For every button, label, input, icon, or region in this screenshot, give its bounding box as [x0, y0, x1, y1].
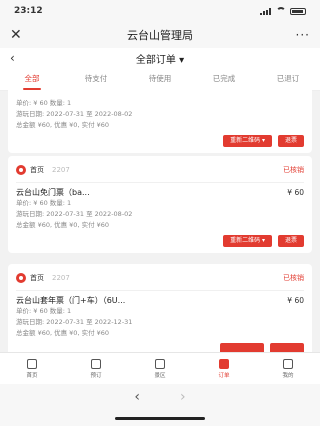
app-header: ✕ 云台山管理局 ···	[0, 22, 320, 48]
qrcode-button[interactable]	[220, 343, 264, 352]
tab-all[interactable]: 全部	[0, 68, 64, 90]
ticket-name: 云台山免门票（ba...	[16, 188, 90, 197]
nav-label: 首页	[26, 373, 38, 379]
nav-booking[interactable]: 预订	[64, 353, 128, 385]
nav-label: 景区	[154, 373, 166, 379]
qrcode-button[interactable]: 重新二维码 ▾	[223, 235, 272, 247]
order-card: 单价: ¥ 60 数量: 1 游玩日期: 2022-07-31 至 2022-0…	[8, 90, 312, 153]
refund-button[interactable]	[270, 343, 304, 352]
browser-toolbar: ‹ ›	[0, 384, 320, 410]
status-bar: 23:12	[0, 0, 320, 22]
divider	[16, 182, 304, 183]
status-icons	[260, 7, 306, 15]
nav-label: 订单	[218, 373, 230, 379]
nav-label: 我的	[282, 373, 294, 379]
visit-dates: 游玩日期: 2022-07-31 至 2022-08-02	[16, 210, 133, 218]
order-icon	[219, 359, 229, 369]
order-total: 总金额 ¥60, 优惠 ¥0, 实付 ¥60	[16, 329, 110, 337]
refund-button[interactable]: 退票	[277, 235, 304, 247]
order-number: 2207	[52, 166, 70, 174]
signal-icon	[260, 7, 272, 15]
nav-orders[interactable]: 订单	[192, 353, 256, 385]
order-tabs: 全部 待支付 待使用 已完成 已退订	[0, 68, 320, 91]
order-status: 已核销	[283, 166, 304, 174]
order-total: 总金额 ¥60, 优惠 ¥0, 实付 ¥60	[16, 221, 110, 229]
store-logo-icon	[16, 273, 26, 283]
tab-unpaid[interactable]: 待支付	[64, 68, 128, 90]
unit-quantity: 单价: ¥ 60 数量: 1	[16, 307, 72, 315]
more-button[interactable]: ···	[290, 28, 310, 42]
nav-scenic[interactable]: 景区	[128, 353, 192, 385]
order-item-row: 云台山套年票（门+车）（6U... ¥ 60	[16, 295, 304, 306]
order-filter-title: 全部订单 ▾	[0, 51, 320, 66]
sub-header: ‹ 全部订单 ▾	[0, 48, 320, 68]
store-name: 首页	[30, 274, 44, 282]
scenic-icon	[155, 359, 165, 369]
tab-unused[interactable]: 待使用	[128, 68, 192, 90]
booking-icon	[91, 359, 101, 369]
order-item-row	[16, 90, 304, 98]
store-logo-icon	[16, 165, 26, 175]
unit-quantity: 单价: ¥ 60 数量: 1	[16, 199, 72, 207]
tab-refunded[interactable]: 已退订	[256, 68, 320, 90]
order-total: 总金额 ¥60, 优惠 ¥0, 实付 ¥60	[16, 121, 110, 129]
order-status: 已核销	[283, 274, 304, 282]
nav-profile[interactable]: 我的	[256, 353, 320, 385]
nav-home[interactable]: 首页	[0, 353, 64, 385]
ticket-price: ¥ 60	[287, 296, 304, 305]
divider	[16, 290, 304, 291]
order-card-header: 首页 2207 已核销	[16, 162, 304, 178]
back-button[interactable]: ‹	[10, 51, 15, 65]
battery-icon	[290, 7, 306, 15]
ticket-price: ¥ 60	[287, 188, 304, 197]
tab-completed[interactable]: 已完成	[192, 68, 256, 90]
home-indicator	[0, 410, 320, 426]
refund-button[interactable]: 退票	[277, 135, 304, 147]
wifi-icon	[276, 7, 286, 15]
order-filter-dropdown[interactable]: 全部订单 ▾	[136, 55, 184, 66]
home-bar	[115, 417, 205, 420]
order-number: 2207	[52, 274, 70, 282]
bottom-nav: 首页 预订 景区 订单 我的	[0, 352, 320, 385]
order-item-row: 云台山免门票（ba... ¥ 60	[16, 187, 304, 198]
order-card-header: 首页 2207 已核销	[16, 270, 304, 286]
status-time: 23:12	[14, 6, 43, 16]
order-card[interactable]: 首页 2207 已核销 云台山免门票（ba... ¥ 60 单价: ¥ 60 数…	[8, 156, 312, 253]
nav-label: 预订	[90, 373, 102, 379]
order-actions: 重新二维码 ▾ 退票	[16, 235, 304, 247]
ticket-name: 云台山套年票（门+车）（6U...	[16, 296, 126, 305]
store-name: 首页	[30, 166, 44, 174]
browser-forward-button[interactable]: ›	[180, 389, 186, 405]
order-actions: 重新二维码 ▾ 退票	[16, 135, 304, 147]
close-button[interactable]: ✕	[10, 27, 30, 43]
browser-back-button[interactable]: ‹	[134, 389, 140, 405]
qrcode-button[interactable]: 重新二维码 ▾	[223, 135, 272, 147]
unit-quantity: 单价: ¥ 60 数量: 1	[16, 99, 72, 107]
order-list[interactable]: 单价: ¥ 60 数量: 1 游玩日期: 2022-07-31 至 2022-0…	[0, 90, 320, 352]
order-actions	[16, 343, 304, 352]
page-title: 云台山管理局	[127, 29, 193, 42]
visit-dates: 游玩日期: 2022-07-31 至 2022-12-31	[16, 318, 133, 326]
order-card[interactable]: 首页 2207 已核销 云台山套年票（门+车）（6U... ¥ 60 单价: ¥…	[8, 264, 312, 352]
profile-icon	[283, 359, 293, 369]
visit-dates: 游玩日期: 2022-07-31 至 2022-08-02	[16, 110, 133, 118]
home-icon	[27, 359, 37, 369]
